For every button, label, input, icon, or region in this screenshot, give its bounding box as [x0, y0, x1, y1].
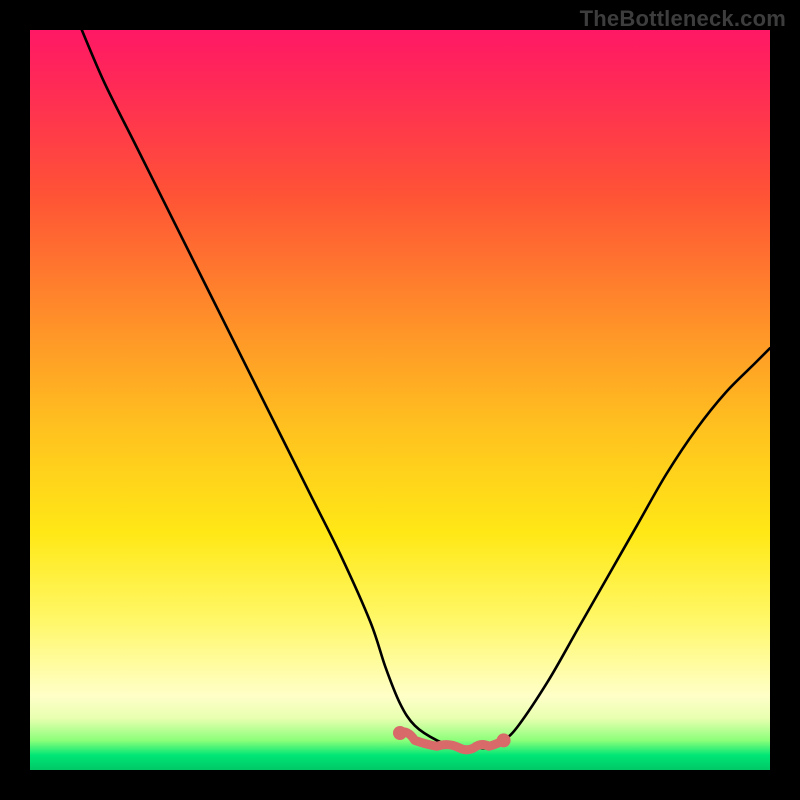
- watermark-text: TheBottleneck.com: [580, 6, 786, 32]
- chart-frame: TheBottleneck.com: [0, 0, 800, 800]
- optimal-zone-marker: [30, 30, 770, 770]
- plot-area: [30, 30, 770, 770]
